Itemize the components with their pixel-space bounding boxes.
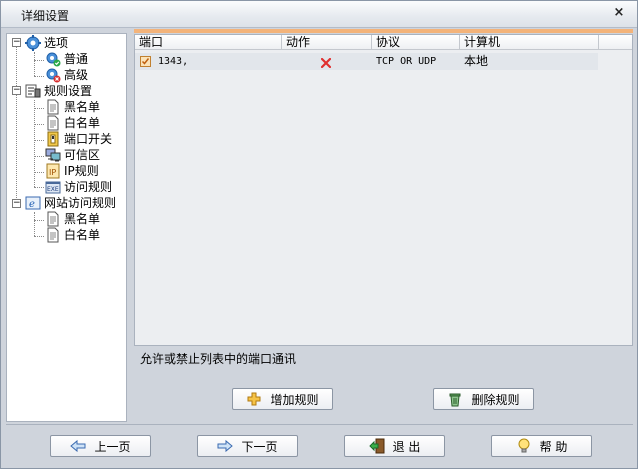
document-icon — [45, 227, 61, 243]
deny-action-icon — [320, 57, 332, 69]
tree-node-label: 选项 — [44, 36, 69, 50]
tree-connector — [34, 76, 44, 77]
delete-rule-label: 删除规则 — [471, 392, 520, 407]
tree-expander[interactable]: − — [12, 199, 21, 208]
tree-connector — [16, 47, 17, 204]
tree-node-label: 黑名单 — [64, 212, 101, 226]
network-computer-icon — [45, 147, 61, 163]
tree-connector — [34, 172, 44, 173]
settings-window: 详细设置 × − 选项 普通 高级 − 规则设置 黑名单 白名单 端口开关 可信… — [0, 0, 638, 469]
tree-node-label: 普通 — [64, 52, 89, 66]
tree-connector — [34, 156, 44, 157]
checkbox-checked-icon[interactable] — [140, 56, 151, 67]
next-page-label: 下一页 — [241, 439, 278, 454]
window-title: 详细设置 — [21, 9, 70, 23]
column-header-computer[interactable]: 计算机 — [460, 35, 599, 50]
tree-node-general[interactable]: 普通 — [45, 51, 88, 67]
svg-text:e: e — [29, 199, 35, 210]
description-text: 允许或禁止列表中的端口通讯 — [140, 352, 297, 366]
document-icon — [45, 99, 61, 115]
svg-text:IP: IP — [49, 168, 56, 177]
cell-computer: 本地 — [464, 54, 489, 68]
table-row[interactable]: 1343, TCP OR UDP 本地 — [135, 53, 598, 70]
tree-node-label: 访问规则 — [64, 180, 113, 194]
rules-icon — [25, 83, 41, 99]
next-page-button[interactable]: 下一页 — [197, 435, 298, 457]
tree-node-options[interactable]: 选项 — [25, 35, 68, 51]
tree-node-trusted-zone[interactable]: 可信区 — [45, 147, 100, 163]
prev-page-label: 上一页 — [94, 439, 131, 454]
ie-web-icon: e — [25, 195, 41, 211]
lightbulb-icon — [516, 438, 532, 454]
arrow-right-icon — [217, 438, 234, 454]
tree-expander[interactable]: − — [12, 86, 21, 95]
tree-connector — [34, 108, 44, 109]
cell-port: 1343, — [158, 56, 189, 67]
tree-node-label: 高级 — [64, 68, 89, 82]
add-rule-button[interactable]: 增加规则 — [232, 388, 333, 410]
tree-node-rules[interactable]: 规则设置 — [25, 83, 92, 99]
ip-icon: IP — [45, 163, 61, 179]
gear-green-icon — [45, 51, 61, 67]
tree-node-web-blacklist[interactable]: 黑名单 — [45, 211, 100, 227]
tree-connector — [34, 124, 44, 125]
port-rules-table: 端口 动作 协议 计算机 1343, TCP OR UDP 本地 — [134, 34, 633, 346]
tree-connector — [34, 140, 44, 141]
port-switch-icon — [45, 131, 61, 147]
tree-connector — [34, 236, 44, 237]
tree-node-whitelist[interactable]: 白名单 — [45, 115, 100, 131]
tree-node-website-rules[interactable]: e 网站访问规则 — [25, 195, 116, 211]
help-label: 帮 助 — [539, 439, 568, 454]
tree-connector — [34, 60, 44, 61]
plus-icon — [246, 391, 262, 407]
exit-door-icon — [368, 438, 385, 454]
tree-connector — [34, 100, 35, 187]
exe-icon: EXE — [45, 179, 61, 195]
tree-node-advanced[interactable]: 高级 — [45, 67, 88, 83]
document-icon — [45, 211, 61, 227]
tree-connector — [34, 220, 44, 221]
prev-page-button[interactable]: 上一页 — [50, 435, 151, 457]
tree-node-label: 黑名单 — [64, 100, 101, 114]
footer-separator — [6, 424, 633, 425]
tree-node-port-switch[interactable]: 端口开关 — [45, 131, 112, 147]
exit-label: 退 出 — [392, 439, 421, 454]
tree-node-label: 端口开关 — [64, 132, 113, 146]
tree-connector — [34, 187, 44, 188]
tree-node-web-whitelist[interactable]: 白名单 — [45, 227, 100, 243]
help-button[interactable]: 帮 助 — [491, 435, 592, 457]
tree-connector — [34, 52, 35, 76]
tree-node-label: 白名单 — [64, 116, 101, 130]
tree-node-label: 规则设置 — [44, 84, 93, 98]
document-icon — [45, 115, 61, 131]
title-bar: 详细设置 × — [1, 1, 637, 28]
cell-protocol: TCP OR UDP — [376, 56, 437, 67]
gear-options-icon — [25, 35, 41, 51]
close-icon[interactable]: × — [612, 6, 626, 20]
column-header-action[interactable]: 动作 — [282, 35, 372, 50]
tree-node-access-rules[interactable]: EXE 访问规则 — [45, 179, 112, 195]
tree-node-blacklist[interactable]: 黑名单 — [45, 99, 100, 115]
column-header-protocol[interactable]: 协议 — [372, 35, 460, 50]
column-header-port[interactable]: 端口 — [135, 35, 282, 50]
gear-red-icon — [45, 67, 61, 83]
settings-tree: − 选项 普通 高级 − 规则设置 黑名单 白名单 端口开关 可信区 IP IP… — [6, 33, 127, 422]
exit-button[interactable]: 退 出 — [344, 435, 445, 457]
table-header: 端口 动作 协议 计算机 — [135, 35, 632, 50]
add-rule-label: 增加规则 — [270, 392, 319, 407]
tree-node-label: 白名单 — [64, 228, 101, 242]
tree-node-ip-rules[interactable]: IP IP规则 — [45, 163, 99, 179]
accent-line — [134, 29, 633, 33]
arrow-left-icon — [70, 438, 86, 454]
tree-node-label: 可信区 — [64, 148, 101, 162]
tree-node-label: 网站访问规则 — [44, 196, 117, 210]
tree-connector — [34, 212, 35, 236]
trash-icon — [447, 391, 463, 407]
svg-text:EXE: EXE — [47, 186, 59, 193]
tree-node-label: IP规则 — [64, 164, 99, 178]
tree-expander[interactable]: − — [12, 38, 21, 47]
delete-rule-button[interactable]: 删除规则 — [433, 388, 534, 410]
